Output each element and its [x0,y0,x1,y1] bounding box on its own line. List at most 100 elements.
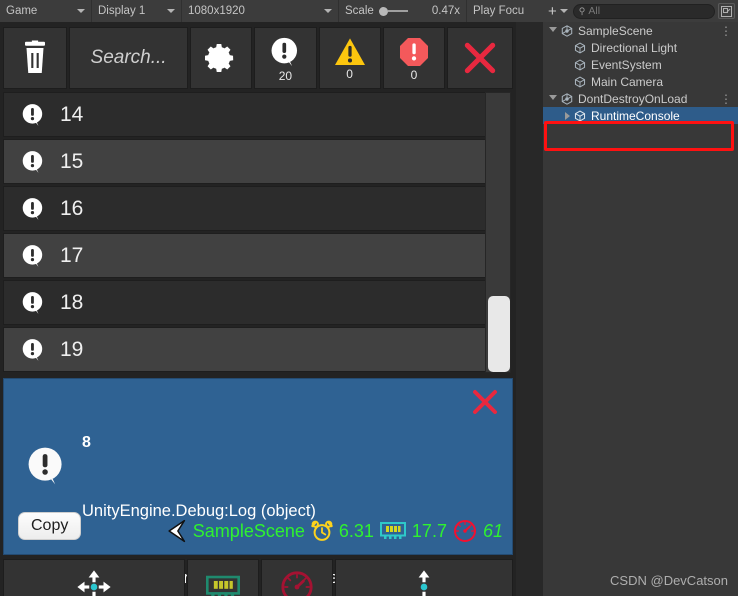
hierarchy-row-samplescene[interactable]: SampleScene ⋮ [543,22,738,39]
log-list[interactable]: 14 15 16 17 18 19 [3,92,513,374]
plus-icon: + [548,2,557,20]
memory-ram-icon [206,575,240,596]
hierarchy-row-eventsystem[interactable]: EventSystem [543,56,738,73]
detail-line-1: 8 [82,434,91,451]
log-scrollbar-thumb[interactable] [488,296,510,372]
play-focused-label: Play Focu [473,5,525,17]
memory-value: 17.7 [411,520,447,541]
cube-icon [574,76,588,88]
watermark: CSDN @DevCatson [610,573,728,588]
status-stats: SampleScene 6.31 17.7 61 [160,519,503,543]
scene-icon [561,92,575,105]
display-label: Display 1 [98,5,146,17]
cube-icon [574,59,588,71]
log-scrollbar[interactable] [485,92,511,373]
chevron-down-icon[interactable] [549,95,557,104]
scale-value: 0.47x [431,5,460,17]
info-bubble-icon [271,37,298,66]
hierarchy-row-main-camera[interactable]: Main Camera [543,73,738,90]
hierarchy-row-runtimeconsole[interactable]: RuntimeConsole [543,107,738,124]
info-bubble-icon [22,103,43,126]
hierarchy-panel[interactable]: SampleScene ⋮ Directional Light EventSys… [543,22,738,596]
warning-filter-button[interactable]: 0 [318,27,381,89]
chevron-down-icon [77,9,85,13]
hierarchy-row-dontdestroyonload[interactable]: DontDestroyOnLoad ⋮ [543,90,738,107]
log-detail-panel[interactable]: 8 UnityEngine.Debug:Log (object) Test/<>… [3,378,513,587]
hierarchy-search-input[interactable]: ⚲ All [572,3,715,19]
resize-button[interactable] [335,559,513,596]
add-gameobject-button[interactable]: + [546,3,570,20]
move-button[interactable] [3,559,185,596]
alarm-clock-icon [311,520,333,541]
error-octagon-icon [399,37,428,66]
log-row[interactable]: 14 [3,92,486,137]
memory-button[interactable] [187,559,259,596]
scene-name: SampleScene [192,520,305,541]
slider-knob-icon[interactable] [378,6,388,16]
unity-logo-icon [168,519,185,543]
close-x-icon [473,390,497,414]
warning-triangle-icon [334,37,365,65]
info-filter-button[interactable]: 20 [254,27,317,89]
log-message: 16 [60,196,84,220]
popout-window-icon[interactable] [718,3,735,19]
scale-control[interactable]: Scale 0.47x [339,0,467,22]
time-value: 6.31 [338,520,374,541]
error-filter-button[interactable]: 0 [382,27,446,89]
app-root: Game Display 1 1080x1920 Scale 0.47x Pla… [0,0,738,596]
chevron-down-icon[interactable] [549,27,557,36]
info-bubble-icon [22,338,43,361]
slider-track[interactable] [387,10,408,12]
clear-logs-button[interactable] [3,27,68,89]
console-bottom-toolbar [3,559,513,596]
log-row[interactable]: 17 [3,233,486,278]
hierarchy-row-directional-light[interactable]: Directional Light [543,39,738,56]
popout-window-glyph [721,5,732,17]
log-row[interactable]: 19 [3,327,486,372]
trash-icon [25,40,46,73]
fps-value: 61 [482,520,503,541]
speedometer-icon [281,571,313,596]
chevron-down-icon [324,9,332,13]
info-bubble-icon [22,244,43,267]
chevron-down-icon [559,9,568,13]
detail-close-button[interactable] [470,387,500,422]
log-row[interactable]: 16 [3,186,486,231]
hierarchy-toolbar: + ⚲ All [543,0,738,22]
close-console-button[interactable] [447,27,513,89]
info-bubble-icon [22,150,43,173]
gameview-toolbar: Game Display 1 1080x1920 Scale 0.47x Pla… [0,0,543,22]
log-row[interactable]: 15 [3,139,486,184]
hierarchy-row-label: Directional Light [591,40,678,55]
scale-label: Scale [345,5,374,17]
log-row[interactable]: 18 [3,280,486,325]
move-four-arrows-icon [77,570,111,596]
display-dropdown[interactable]: Display 1 [92,0,182,22]
detail-info-icon [24,444,68,493]
error-count: 0 [410,67,418,82]
scale-slider[interactable] [378,6,408,16]
resize-up-down-icon [418,570,430,596]
view-mode-dropdown[interactable]: Game [0,0,92,22]
cube-icon [574,42,588,54]
hierarchy-search-placeholder: All [588,5,601,17]
close-x-icon [464,42,496,74]
warning-count: 0 [346,66,353,81]
gear-icon [205,43,234,73]
console-toolbar: Search... 20 0 0 [3,27,513,89]
row-menu-icon[interactable]: ⋮ [720,93,732,105]
settings-button[interactable] [189,27,253,89]
info-bubble-icon [22,197,43,220]
hierarchy-row-label: Main Camera [591,74,664,89]
chevron-right-icon[interactable] [565,111,570,120]
fps-button[interactable] [261,559,333,596]
play-focused-toggle[interactable]: Play Focu [467,0,530,22]
game-view[interactable]: Search... 20 0 0 14 15 16 17 18 19 8 Uni… [0,22,516,596]
log-message: 18 [60,290,84,314]
resolution-dropdown[interactable]: 1080x1920 [182,0,339,22]
info-count: 20 [278,68,293,83]
search-input[interactable]: Search... [69,27,188,89]
scene-icon [561,24,575,37]
row-menu-icon[interactable]: ⋮ [720,25,732,37]
copy-button[interactable]: Copy [18,512,82,540]
